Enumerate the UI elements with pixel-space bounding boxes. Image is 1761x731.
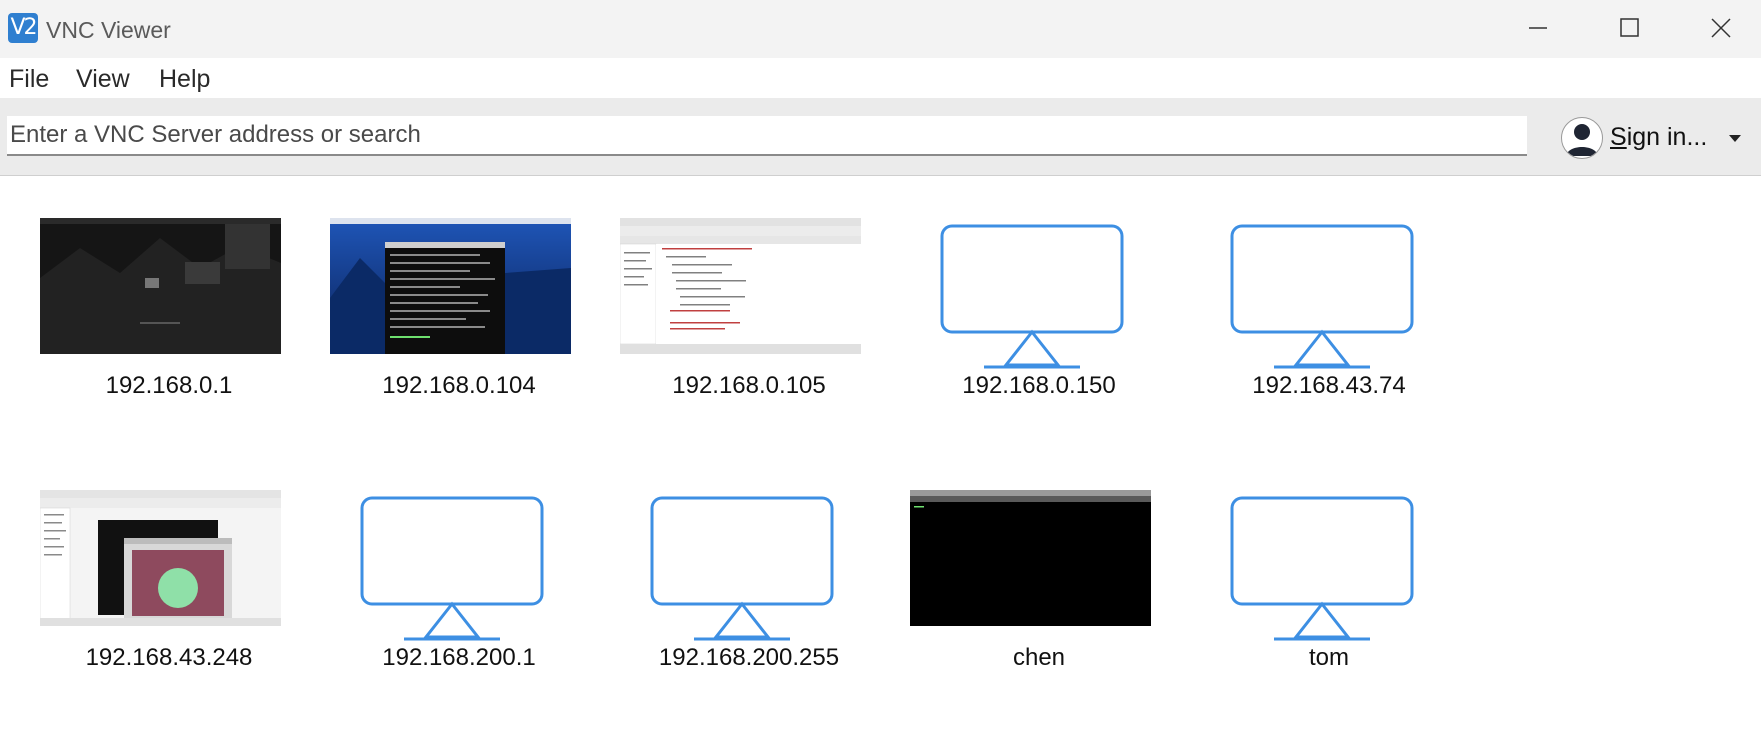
menu-help[interactable]: Help	[159, 65, 210, 94]
connection-tile[interactable]: 192.168.43.248	[24, 448, 284, 678]
monitor-icon	[650, 496, 834, 641]
blue-desktop-thumbnail	[330, 218, 571, 354]
monitor-icon	[940, 224, 1124, 369]
desktop-camera-thumbnail	[40, 490, 281, 626]
connection-label: 192.168.0.105	[672, 372, 826, 399]
sign-in-button[interactable]: Sign in...	[1558, 114, 1750, 160]
connection-tile[interactable]: tom	[1184, 448, 1444, 678]
minimize-button[interactable]	[1510, 10, 1566, 50]
vnc-logo-icon: V2	[8, 13, 38, 43]
connection-label: 192.168.43.248	[85, 644, 253, 671]
menu-bar: File View Help	[0, 58, 1761, 98]
address-book-grid: 192.168.0.1 192.168.0.104 192.168.0.105 …	[0, 176, 1761, 731]
connection-tile[interactable]: 192.168.0.104	[314, 176, 574, 406]
connection-label: 192.168.0.150	[962, 372, 1116, 399]
sign-in-label: Sign in...	[1610, 123, 1708, 151]
close-icon	[1711, 18, 1731, 38]
connection-label: chen	[1012, 644, 1066, 671]
caret-down-icon	[1729, 135, 1741, 142]
minimize-icon	[1529, 27, 1547, 29]
connection-tile[interactable]: 192.168.200.1	[314, 448, 574, 678]
maximize-icon	[1620, 18, 1639, 37]
monitor-icon	[1230, 496, 1414, 641]
connection-tile[interactable]: 192.168.43.74	[1184, 176, 1444, 406]
monitor-icon	[360, 496, 544, 641]
connection-tile[interactable]: 192.168.0.105	[604, 176, 864, 406]
menu-view[interactable]: View	[76, 65, 130, 94]
connection-label: 192.168.0.104	[382, 372, 536, 399]
connection-label: 192.168.43.74	[1252, 372, 1406, 399]
connection-label: tom	[1308, 644, 1349, 671]
connection-label: 192.168.0.1	[105, 372, 233, 399]
connection-tile[interactable]: chen	[894, 448, 1154, 678]
window-title: VNC Viewer	[46, 17, 171, 43]
menu-file[interactable]: File	[9, 65, 49, 94]
code-editor-thumbnail	[620, 218, 861, 354]
connection-tile[interactable]: 192.168.200.255	[604, 448, 864, 678]
connection-tile[interactable]: 192.168.0.1	[24, 176, 284, 406]
maximize-button[interactable]	[1601, 10, 1657, 50]
connection-label: 192.168.200.1	[382, 644, 536, 671]
black-terminal-thumbnail	[910, 490, 1151, 626]
title-bar: V2 VNC Viewer	[0, 0, 1761, 58]
avatar-icon	[1561, 117, 1603, 159]
monitor-icon	[1230, 224, 1414, 369]
connection-tile[interactable]: 192.168.0.150	[894, 176, 1154, 406]
search-input[interactable]	[7, 116, 1527, 156]
dark-desktop-thumbnail	[40, 218, 281, 354]
connection-label: 192.168.200.255	[658, 644, 840, 671]
close-button[interactable]	[1693, 10, 1749, 50]
toolbar: Sign in...	[0, 98, 1761, 176]
